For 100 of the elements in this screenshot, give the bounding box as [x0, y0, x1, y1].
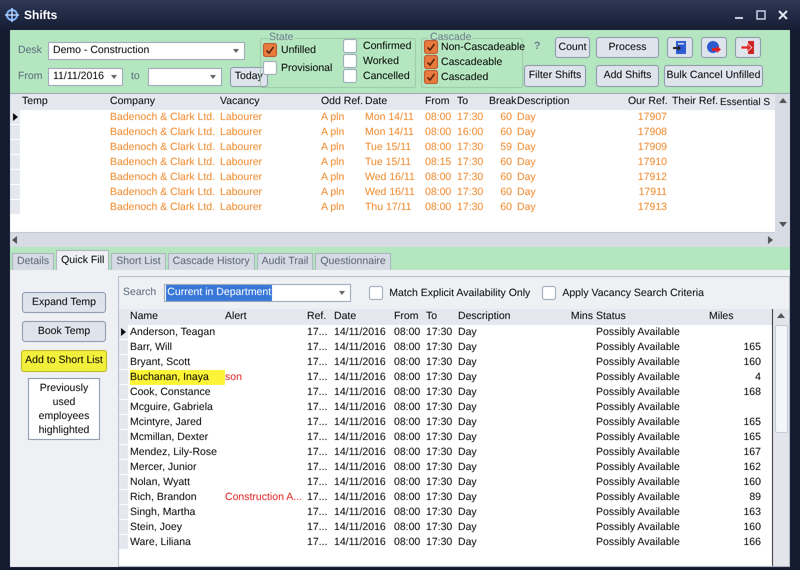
- bulk-cancel-button[interactable]: Bulk Cancel Unfilled: [664, 65, 763, 87]
- export-toolbar-button[interactable]: [701, 37, 727, 58]
- column-header[interactable]: Status: [596, 309, 709, 325]
- column-header[interactable]: Break: [489, 94, 517, 110]
- column-header[interactable]: From: [425, 94, 457, 110]
- scroll-thumb[interactable]: [774, 325, 788, 433]
- column-header[interactable]: Essential S: [720, 94, 773, 110]
- checkbox-label: Apply Vacancy Search Criteria: [562, 286, 704, 300]
- tab[interactable]: Questionnaire: [315, 253, 391, 270]
- table-cell-text: 17910: [636, 154, 668, 170]
- column-header[interactable]: From: [394, 309, 426, 325]
- column-header[interactable]: To: [426, 309, 458, 325]
- table-cell-text: Badenoch & Clark Ltd.: [110, 110, 216, 125]
- table-cell-text: 08:00: [394, 415, 422, 430]
- table-cell-text: 14/11/2016: [334, 355, 387, 370]
- column-header[interactable]: Mins: [549, 309, 596, 325]
- column-header[interactable]: Ref.: [307, 309, 334, 325]
- table-cell-text: 17...: [307, 535, 328, 550]
- dropdown-arrow-icon[interactable]: [338, 290, 346, 296]
- column-header[interactable]: Date: [334, 309, 394, 325]
- row-selector[interactable]: [10, 110, 20, 125]
- table-cell-text: 14/11/2016: [334, 505, 387, 520]
- column-header[interactable]: Miles: [709, 309, 764, 325]
- table-cell-text: 17...: [307, 520, 328, 535]
- table-cell-text: A pln: [321, 184, 346, 200]
- close-icon[interactable]: [778, 10, 788, 20]
- checkbox[interactable]: [343, 69, 357, 83]
- exit-toolbar-button[interactable]: [735, 37, 761, 58]
- side-button[interactable]: Book Temp: [22, 321, 106, 342]
- table-cell-text: 08:00: [394, 505, 422, 520]
- column-header[interactable]: Our Ref.: [628, 94, 672, 110]
- table-cell-text: 14/11/2016: [334, 445, 387, 460]
- process-button[interactable]: Process: [596, 37, 659, 58]
- dropdown-arrow-icon[interactable]: [110, 74, 118, 80]
- row-selector[interactable]: [119, 325, 128, 340]
- side-button[interactable]: Add to Short List: [21, 350, 107, 372]
- table-cell-text: 60: [499, 110, 513, 125]
- today-button[interactable]: Today: [230, 67, 268, 87]
- dropdown-arrow-icon[interactable]: [232, 48, 240, 54]
- vertical-scrollbar[interactable]: [772, 309, 789, 566]
- filter-shifts-button[interactable]: Filter Shifts: [524, 65, 586, 87]
- column-header[interactable]: Description: [458, 309, 549, 325]
- from-date-field[interactable]: 11/11/2016: [48, 68, 123, 86]
- checkbox[interactable]: [424, 55, 438, 69]
- checkbox[interactable]: [542, 286, 556, 300]
- tab[interactable]: Audit Trail: [256, 253, 314, 270]
- checkbox[interactable]: [424, 70, 438, 84]
- column-header[interactable]: Odd Ref.: [321, 94, 365, 110]
- scroll-left-icon[interactable]: [12, 236, 18, 244]
- table-cell-text: Day: [458, 385, 478, 400]
- column-header[interactable]: Vacancy: [220, 94, 321, 110]
- tab[interactable]: Quick Fill: [56, 250, 110, 270]
- to-date-field[interactable]: [148, 68, 222, 86]
- tab[interactable]: Cascade History: [168, 253, 255, 270]
- table-cell-text: Labourer: [220, 110, 264, 125]
- checkbox[interactable]: [424, 40, 438, 54]
- document-toolbar-button[interactable]: [667, 37, 693, 58]
- scroll-right-icon[interactable]: [767, 236, 773, 244]
- dropdown-arrow-icon[interactable]: [208, 74, 217, 80]
- column-header[interactable]: Name: [130, 309, 225, 325]
- checkbox[interactable]: [263, 61, 277, 75]
- table-cell-text: Mon 14/11: [365, 110, 415, 125]
- search-dropdown[interactable]: Current in Department: [164, 284, 352, 302]
- table-cell-text: 14/11/2016: [334, 490, 387, 505]
- count-button[interactable]: Count: [555, 37, 590, 58]
- table-cell-text: 17...: [307, 340, 328, 355]
- transfer-icon: [706, 40, 722, 55]
- table-cell-text: 17:30: [426, 445, 454, 460]
- table-cell-text: Possibly Available: [596, 475, 681, 490]
- desk-dropdown[interactable]: Demo - Construction: [48, 42, 245, 60]
- column-header[interactable]: To: [457, 94, 489, 110]
- side-button[interactable]: Expand Temp: [22, 292, 106, 313]
- table-cell-text: 17911: [638, 184, 668, 200]
- maximize-icon[interactable]: [756, 10, 766, 20]
- add-shifts-button[interactable]: Add Shifts: [596, 65, 659, 87]
- tab[interactable]: Short List: [111, 253, 166, 270]
- checkbox[interactable]: [369, 286, 384, 300]
- table-cell-text: 08:00: [394, 400, 422, 415]
- horizontal-scrollbar[interactable]: [10, 232, 775, 247]
- column-header[interactable]: Temp: [22, 94, 110, 110]
- checkbox[interactable]: [263, 43, 277, 57]
- scroll-down-icon[interactable]: [778, 221, 786, 227]
- column-header[interactable]: Description: [517, 94, 628, 110]
- scroll-up-icon[interactable]: [777, 313, 785, 319]
- table-cell-text: Day: [458, 505, 478, 520]
- table-cell-text: 14/11/2016: [334, 325, 387, 340]
- table-cell-text: 08:00: [425, 124, 452, 140]
- vertical-scrollbar[interactable]: [775, 94, 790, 247]
- checkbox[interactable]: [343, 54, 357, 68]
- table-cell-text: 17...: [307, 415, 328, 430]
- table-cell-text: Badenoch & Clark Ltd.: [110, 184, 216, 200]
- table-cell-text: 08:00: [425, 140, 452, 155]
- column-header[interactable]: Date: [365, 94, 425, 110]
- column-header[interactable]: Company: [110, 94, 220, 110]
- scroll-up-icon[interactable]: [778, 98, 786, 104]
- column-header[interactable]: Their Ref.: [672, 94, 720, 110]
- table-cell-text: A pln: [321, 124, 346, 140]
- checkbox[interactable]: [343, 39, 357, 53]
- tab[interactable]: Details: [12, 253, 54, 270]
- column-header[interactable]: Alert: [225, 309, 307, 325]
